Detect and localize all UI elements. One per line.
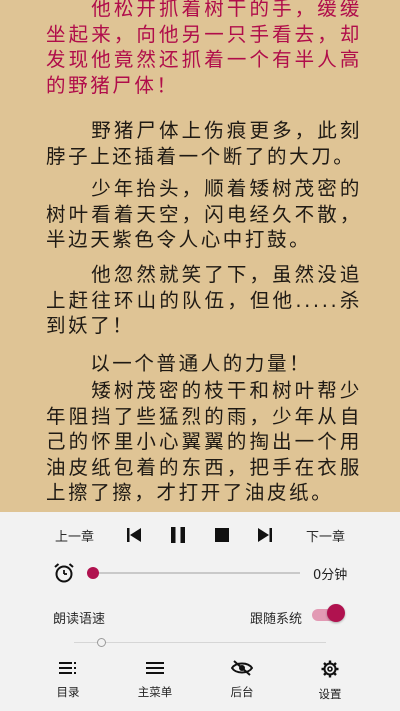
- speed-slider-thumb[interactable]: [97, 638, 106, 647]
- eye-off-icon: [231, 660, 253, 676]
- paragraph: 矮树茂密的枝干和树叶帮少年阻挡了些猛烈的雨，少年从自己的怀里小心翼翼的掏出一个用…: [46, 379, 362, 505]
- skip-previous-icon[interactable]: [126, 527, 142, 547]
- timer-value: 0分钟: [313, 568, 348, 583]
- paragraph: 野猪尸体上伤痕更多，此刻脖子上还插着一个断了的大刀。: [46, 119, 362, 168]
- paragraph: 少年抬头，顺着矮树茂密的树叶看着天空，闪电经久不散，半边天紫色令人心中打鼓。: [46, 177, 362, 252]
- timer-slider-thumb[interactable]: [87, 567, 99, 579]
- catalog-list-icon: [59, 662, 76, 674]
- pause-icon[interactable]: [170, 526, 186, 548]
- nav-main-menu[interactable]: 主菜单: [125, 660, 185, 706]
- paragraph-highlighted: 他松开抓着树干的手，缓缓坐起来，向他另一只手看去，却发现他竟然还抓着一个有半人高…: [46, 0, 362, 97]
- tts-control-panel: 上一章 下一章 0分钟 朗读语速 跟随系统 目录 主菜单 后台 设置: [0, 512, 400, 711]
- next-chapter-button[interactable]: 下一章: [306, 526, 345, 545]
- stop-icon[interactable]: [214, 527, 230, 547]
- follow-system-label: 跟随系统: [250, 612, 303, 627]
- nav-catalog[interactable]: 目录: [38, 660, 98, 706]
- nav-settings-label: 设置: [318, 687, 342, 701]
- nav-background-label: 后台: [230, 685, 254, 699]
- menu-icon: [146, 662, 164, 674]
- prev-chapter-button[interactable]: 上一章: [55, 526, 94, 545]
- playback-controls: 上一章 下一章: [0, 512, 400, 557]
- nav-main-menu-label: 主菜单: [137, 685, 173, 699]
- nav-settings[interactable]: 设置: [300, 660, 360, 706]
- alarm-timer-icon[interactable]: [53, 562, 75, 588]
- timer-slider-track[interactable]: [92, 572, 300, 574]
- paragraph: 他忽然就笑了下，虽然没追上赶往环山的队伍，但他.....杀到妖了！: [46, 263, 362, 338]
- reading-area[interactable]: 他松开抓着树干的手，缓缓坐起来，向他另一只手看去，却发现他竟然还抓着一个有半人高…: [0, 0, 400, 512]
- follow-system-toggle[interactable]: [327, 604, 345, 622]
- skip-next-icon[interactable]: [257, 527, 273, 547]
- gear-icon: [321, 660, 339, 678]
- nav-catalog-label: 目录: [56, 685, 80, 699]
- speed-label: 朗读语速: [53, 612, 106, 627]
- speed-slider-track[interactable]: [74, 642, 326, 643]
- paragraph: 以一个普通人的力量！: [46, 352, 312, 375]
- nav-background[interactable]: 后台: [212, 660, 272, 706]
